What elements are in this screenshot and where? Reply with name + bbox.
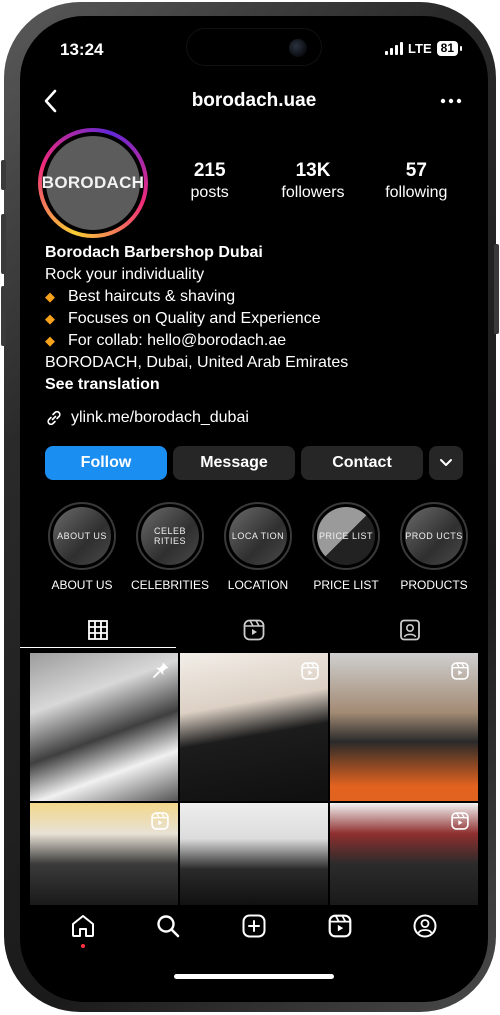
profile-username: borodach.uae — [191, 90, 317, 111]
reels-icon — [328, 914, 351, 938]
bio-tagline: Rock your individuality — [45, 266, 205, 283]
posts-count: 215 — [193, 160, 226, 181]
status-bar: 13:24 LTE 81 — [20, 38, 488, 62]
link-text: ylink.me/borodach_dubai — [71, 409, 249, 426]
power-button — [494, 244, 499, 334]
avatar-logo-text: BORODACH — [41, 173, 145, 192]
nav-create[interactable] — [234, 906, 274, 946]
grid-post[interactable] — [30, 653, 178, 801]
home-icon — [71, 915, 94, 937]
highlight-cover: CELEB RITIES — [141, 507, 199, 565]
highlight-label: PRICE LIST — [313, 578, 379, 592]
diamond-icon: ◆ — [45, 311, 55, 326]
highlight-products[interactable]: PROD UCTS PRODUCTS — [390, 502, 478, 592]
diamond-icon: ◆ — [45, 289, 55, 304]
signal-icon — [385, 42, 404, 55]
posts-label: posts — [190, 184, 229, 201]
volume-up-button — [1, 214, 6, 274]
home-indicator — [174, 974, 334, 979]
bio-bullet: ◆ Best haircuts & shaving — [45, 286, 475, 308]
bio-location: BORODACH, Dubai, United Arab Emirates — [45, 354, 349, 371]
pin-icon — [153, 662, 169, 678]
followers-stat[interactable]: 13K followers — [261, 160, 364, 202]
profile-tabs — [20, 612, 488, 648]
network-label: LTE — [408, 41, 432, 56]
followers-label: followers — [281, 184, 345, 201]
followers-count: 13K — [295, 160, 331, 181]
notification-dot — [80, 944, 85, 948]
status-time: 13:24 — [60, 40, 104, 59]
story-highlights: ABOUT US ABOUT US CELEB RITIES CELEBRITI… — [38, 502, 478, 592]
tab-reels[interactable] — [176, 612, 332, 648]
profile-icon — [413, 914, 437, 938]
profile-header: borodach.uae — [20, 86, 488, 118]
contact-button[interactable]: Contact — [301, 446, 423, 480]
diamond-icon: ◆ — [45, 333, 55, 348]
grid-post[interactable] — [330, 803, 478, 905]
profile-link[interactable]: ylink.me/borodach_dubai — [45, 409, 249, 427]
highlight-about-us[interactable]: ABOUT US ABOUT US — [38, 502, 126, 592]
following-count: 57 — [405, 160, 427, 181]
bio-bullet: ◆ For collab: hello@borodach.ae — [45, 330, 475, 352]
search-icon — [157, 915, 180, 938]
phone-frame: 13:24 LTE 81 borodach.uae BORODACH 215 p… — [1, 2, 499, 1012]
nav-search[interactable] — [148, 906, 188, 946]
reel-icon — [451, 812, 469, 830]
reels-icon — [243, 619, 265, 641]
highlight-cover: PROD UCTS — [405, 507, 463, 565]
posts-grid — [30, 653, 478, 905]
bottom-nav — [20, 906, 488, 948]
reel-icon — [451, 662, 469, 680]
grid-post[interactable] — [180, 803, 328, 905]
action-button — [1, 160, 6, 190]
follow-button[interactable]: Follow — [45, 446, 167, 480]
see-translation-link[interactable]: See translation — [45, 374, 475, 396]
grid-post[interactable] — [330, 653, 478, 801]
reel-icon — [301, 662, 319, 680]
nav-home[interactable] — [63, 906, 103, 948]
create-icon — [242, 914, 266, 938]
battery-icon: 81 — [436, 41, 463, 56]
grid-post[interactable] — [30, 803, 178, 905]
profile-actions: Follow Message Contact — [45, 446, 463, 480]
highlight-label: CELEBRITIES — [130, 578, 210, 592]
story-ring[interactable]: BORODACH — [38, 128, 148, 238]
nav-reels[interactable] — [320, 906, 360, 946]
grid-post[interactable] — [180, 653, 328, 801]
reel-icon — [151, 812, 169, 830]
message-button[interactable]: Message — [173, 446, 295, 480]
bio: Borodach Barbershop Dubai Rock your indi… — [45, 242, 475, 396]
link-icon — [47, 410, 61, 426]
tab-posts[interactable] — [20, 612, 176, 648]
highlight-celebrities[interactable]: CELEB RITIES CELEBRITIES — [126, 502, 214, 592]
grid-icon — [88, 619, 108, 640]
highlight-cover: LOCA TION — [229, 507, 287, 565]
more-options-icon[interactable] — [438, 88, 464, 114]
nav-profile[interactable] — [405, 906, 445, 946]
chevron-down-icon — [440, 459, 452, 466]
following-stat[interactable]: 57 following — [365, 160, 468, 202]
avatar: BORODACH — [42, 136, 144, 230]
highlight-price-list[interactable]: PRICE LIST PRICE LIST — [302, 502, 390, 592]
screen: 13:24 LTE 81 borodach.uae BORODACH 215 p… — [20, 16, 488, 1002]
following-label: following — [385, 184, 448, 201]
posts-stat[interactable]: 215 posts — [158, 160, 261, 202]
highlight-location[interactable]: LOCA TION LOCATION — [214, 502, 302, 592]
highlight-label: LOCATION — [227, 578, 289, 592]
tagged-icon — [400, 619, 420, 641]
highlight-cover: PRICE LIST — [317, 507, 375, 565]
highlight-label: ABOUT US — [51, 578, 113, 592]
suggested-accounts-button[interactable] — [429, 446, 463, 480]
tab-tagged[interactable] — [332, 612, 488, 648]
volume-down-button — [1, 286, 6, 346]
profile-stats: 215 posts 13K followers 57 following — [158, 160, 468, 202]
highlight-label: PRODUCTS — [400, 578, 468, 592]
bio-bullet: ◆ Focuses on Quality and Experience — [45, 308, 475, 330]
profile-name: Borodach Barbershop Dubai — [45, 244, 263, 261]
highlight-cover: ABOUT US — [53, 507, 111, 565]
